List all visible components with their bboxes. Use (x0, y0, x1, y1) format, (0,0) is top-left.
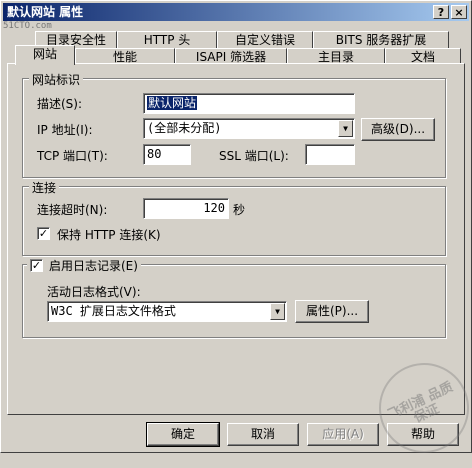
keep-alive-checkbox[interactable]: ✓ (37, 227, 50, 240)
enable-logging-checkbox[interactable]: ✓ (30, 259, 43, 272)
description-value: 默认网站 (147, 96, 198, 110)
log-properties-button[interactable]: 属性(P)... (295, 300, 369, 323)
connections-group: 连接 连接超时(N): 120 秒 ✓ 保持 HTTP 连接(K) (22, 179, 446, 256)
timeout-unit-label: 秒 (233, 203, 246, 217)
log-format-value: W3C 扩展日志文件格式 (51, 304, 176, 318)
log-format-label: 活动日志格式(V): (47, 285, 141, 299)
connection-timeout-label: 连接超时(N): (37, 203, 108, 217)
connection-timeout-input[interactable]: 120 (143, 198, 229, 219)
description-input[interactable]: 默认网站 (143, 93, 355, 114)
properties-dialog: 默认网站 属性 ? × 51CTO.com 目录安全性 HTTP 头 自定义错误… (0, 0, 472, 468)
description-label: 描述(S): (37, 97, 83, 111)
tcp-port-input[interactable]: 80 (143, 144, 191, 165)
tab-website[interactable]: 网站 (15, 45, 75, 65)
title-bar: 默认网站 属性 ? × (3, 3, 469, 21)
logging-legend: ✓ 启用日志记录(E) (27, 257, 141, 274)
apply-button[interactable]: 应用(A) (307, 423, 379, 446)
window-title: 默认网站 属性 (7, 5, 84, 19)
chevron-down-icon[interactable]: ▼ (338, 120, 353, 137)
ip-address-combo[interactable]: (全部未分配) ▼ (143, 118, 355, 139)
tab-panel-website: 网站标识 描述(S): 默认网站 IP 地址(I): (全部未分配) ▼ 高级(… (7, 63, 465, 415)
tab-bits-server-extensions[interactable]: BITS 服务器扩展 (313, 31, 449, 48)
tcp-port-label: TCP 端口(T): (37, 149, 108, 163)
ip-address-value: (全部未分配) (147, 121, 222, 135)
cancel-button[interactable]: 取消 (227, 423, 299, 446)
close-title-button[interactable]: × (451, 5, 467, 19)
ssl-port-label: SSL 端口(L): (219, 149, 289, 163)
enable-logging-label: 启用日志记录(E) (49, 259, 138, 273)
group-legend: 网站标识 (29, 71, 84, 88)
help-title-button[interactable]: ? (433, 5, 449, 19)
watermark-text: 51CTO.com (3, 21, 52, 31)
ip-address-label: IP 地址(I): (37, 123, 93, 137)
ok-button[interactable]: 确定 (146, 422, 220, 447)
ssl-port-input[interactable] (305, 144, 355, 165)
site-identification-group: 网站标识 描述(S): 默认网站 IP 地址(I): (全部未分配) ▼ 高级(… (22, 71, 446, 178)
tab-http-headers[interactable]: HTTP 头 (117, 31, 217, 48)
chevron-down-icon[interactable]: ▼ (270, 303, 285, 320)
tab-custom-errors[interactable]: 自定义错误 (217, 31, 313, 48)
keep-alive-label: 保持 HTTP 连接(K) (57, 228, 161, 242)
advanced-button[interactable]: 高级(D)... (361, 118, 435, 141)
group-legend: 连接 (29, 179, 60, 196)
log-format-combo[interactable]: W3C 扩展日志文件格式 ▼ (47, 301, 287, 322)
logging-group: ✓ 启用日志记录(E) 活动日志格式(V): W3C 扩展日志文件格式 ▼ 属性… (22, 257, 446, 338)
help-button[interactable]: 帮助 (387, 423, 459, 446)
